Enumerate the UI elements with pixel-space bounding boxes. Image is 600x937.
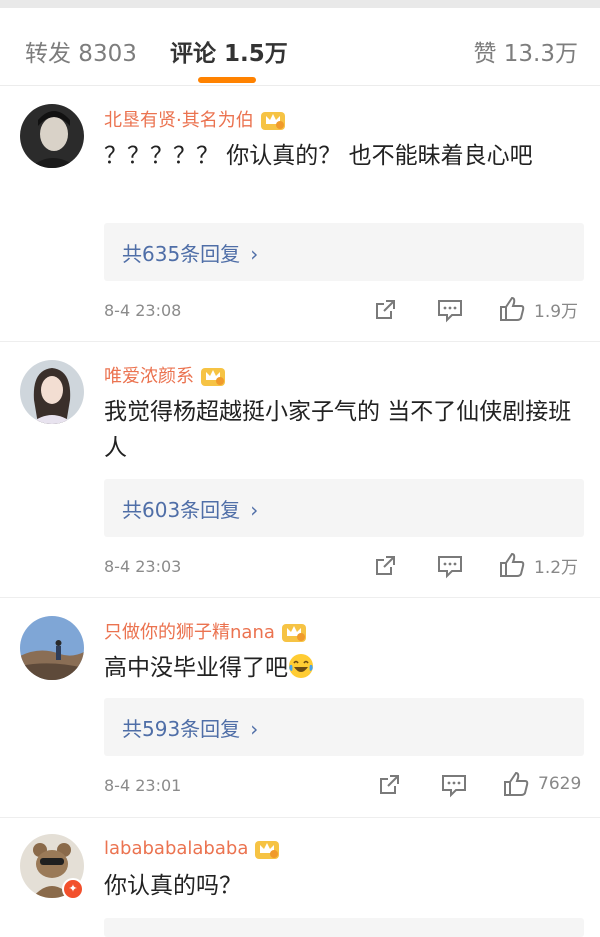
share-button[interactable] [376,772,402,798]
crown-badge-icon [281,619,307,643]
username[interactable]: 北垦有贤·其名为伯 [104,106,254,132]
comment-text: 高中没毕业得了吧 [104,650,572,686]
comment-icon [438,556,462,579]
thumbs-up-icon [500,552,525,577]
share-icon [376,556,395,575]
chevron-right-icon: › [250,242,259,266]
share-button[interactable] [372,553,398,579]
username[interactable]: 只做你的狮子精nana [104,618,275,644]
tab-bar: 转发 8303 评论 1.5万 赞 13.3万 [0,8,600,86]
tab-like[interactable]: 赞 13.3万 [473,34,578,68]
comment-text-body: 高中没毕业得了吧 [104,655,288,681]
reply-summary-text[interactable]: 共635条回复 › [122,238,258,267]
user-row: 只做你的狮子精nana [104,618,307,644]
chevron-right-icon: › [250,498,259,522]
thumbs-up-icon [500,296,525,321]
verified-badge-icon: ✦ [62,878,84,900]
like-button[interactable]: 1.2万 [498,551,578,579]
like-button[interactable]: 1.9万 [498,295,578,323]
share-icon [380,775,399,794]
comment-time: 8-4 23:08 [104,301,182,320]
reply-summary-partial[interactable] [104,918,584,937]
laughing-crying-emoji [289,654,313,678]
reply-summary[interactable]: 共593条回复 › [104,698,584,756]
comment-text: 我觉得杨超越挺小家子气的 当不了仙侠剧接班人 [104,399,572,461]
comment-text: ？？？？？ 你认真的？ 也不能昧着良心吧 [104,143,533,169]
comment-text: 你认真的吗？ [104,873,242,899]
comment-item: 只做你的狮子精nana 高中没毕业得了吧 共593条回复 › 8-4 23:01 … [0,598,600,818]
comment-icon [438,300,462,323]
avatar-image [20,104,84,168]
comment-icon [442,775,466,798]
comment-button[interactable] [436,553,464,579]
comment-time: 8-4 23:01 [104,776,182,795]
like-button[interactable]: 7629 [502,770,581,798]
reply-summary-text[interactable]: 共603条回复 › [122,494,258,523]
comment-list: 北垦有贤·其名为伯 ？？？？？ 你认真的？ 也不能昧着良心吧 共635条回复 › … [0,86,600,937]
share-icon [376,300,395,319]
reply-count-text: 共603条回复 [122,498,241,522]
thumbs-up-icon [504,771,529,796]
reply-summary[interactable]: 共635条回复 › [104,223,584,281]
comment-button[interactable] [436,297,464,323]
comment-time: 8-4 23:03 [104,557,182,576]
reply-summary[interactable]: 共603条回复 › [104,479,584,537]
comment-button[interactable] [440,772,468,798]
crown-badge-icon [260,107,286,131]
tab-repost[interactable]: 转发 8303 [25,34,137,68]
reply-count-text: 共593条回复 [122,717,241,741]
reply-summary-text[interactable]: 共593条回复 › [122,713,258,742]
comment-item: 北垦有贤·其名为伯 ？？？？？ 你认真的？ 也不能昧着良心吧 共635条回复 › … [0,86,600,342]
avatar[interactable] [20,104,84,168]
avatar[interactable] [20,360,84,424]
username[interactable]: 唯爱浓颜系 [104,362,194,388]
user-row: labababalababa [104,836,280,860]
crown-badge-icon [254,836,280,860]
username[interactable]: labababalababa [104,838,248,859]
active-tab-indicator [198,77,256,83]
avatar-image [20,360,84,424]
like-count: 1.9万 [534,301,579,322]
chevron-right-icon: › [250,717,259,741]
user-row: 唯爱浓颜系 [104,362,226,388]
tab-comment[interactable]: 评论 1.5万 [170,34,288,68]
like-count: 7629 [538,774,582,794]
top-strip [0,0,600,8]
like-count: 1.2万 [534,557,579,578]
comment-item: 唯爱浓颜系 我觉得杨超越挺小家子气的 当不了仙侠剧接班人 共603条回复 › 8-… [0,342,600,598]
avatar-image [20,616,84,680]
crown-badge-icon [200,363,226,387]
share-button[interactable] [372,297,398,323]
user-row: 北垦有贤·其名为伯 [104,106,286,132]
reply-count-text: 共635条回复 [122,242,241,266]
avatar[interactable] [20,616,84,680]
